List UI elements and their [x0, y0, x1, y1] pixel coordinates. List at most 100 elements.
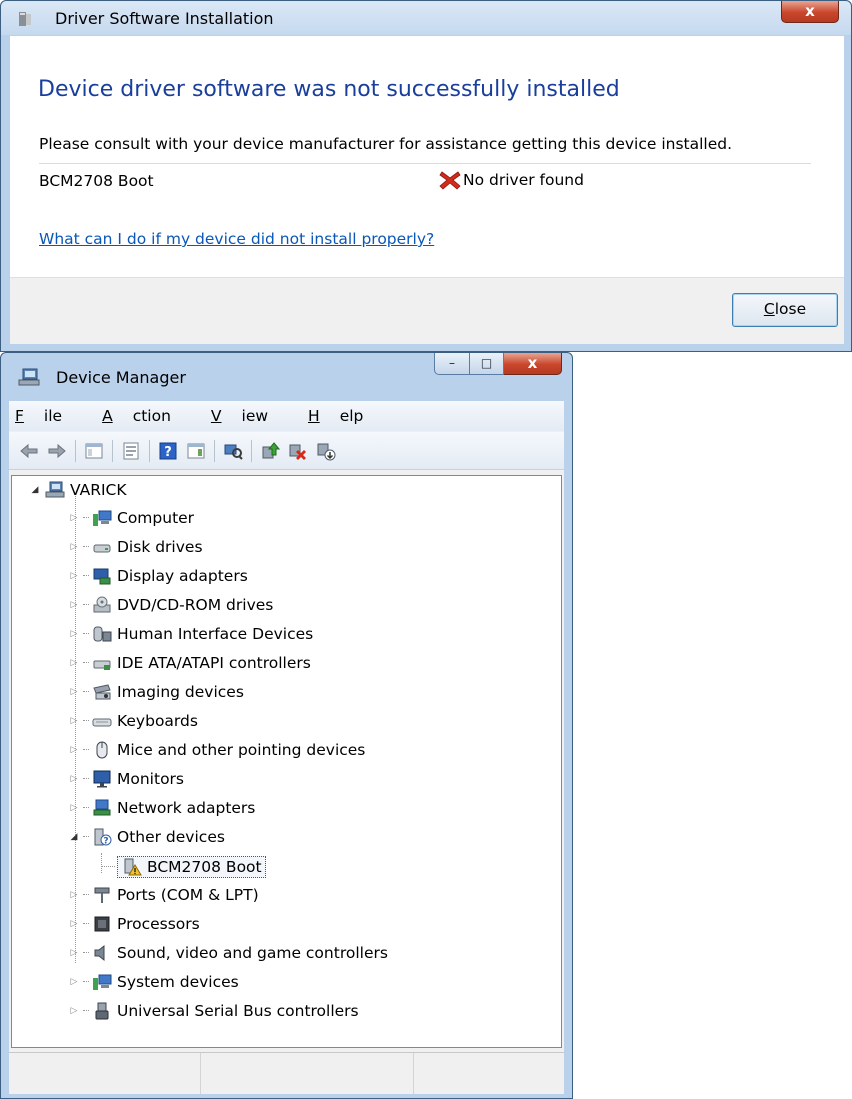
collapse-icon[interactable]: ◢ [30, 485, 40, 495]
help-link[interactable]: What can I do if my device did not insta… [39, 230, 434, 248]
properties-icon[interactable] [119, 440, 143, 462]
menu-view-accel: V [210, 407, 222, 425]
status-cell [9, 1053, 201, 1094]
tree-category-other-devices[interactable]: ◢? Other devices [12, 823, 225, 850]
menu-bar: File Action View Help [9, 401, 564, 431]
status-cell [414, 1053, 564, 1094]
driver-install-icon [17, 11, 33, 27]
expand-icon[interactable]: ▷ [69, 774, 79, 784]
tree-category-display-adapters[interactable]: ▷ Display adapters [12, 562, 248, 589]
disk-drive-icon [91, 537, 113, 557]
expand-icon[interactable]: ▷ [69, 919, 79, 929]
tree-category-monitors[interactable]: ▷ Monitors [12, 765, 184, 792]
tree-device-label: BCM2708 Boot [147, 857, 262, 876]
tree-category-label: Sound, video and game controllers [117, 943, 388, 962]
unknown-device-icon: ? [91, 827, 113, 847]
tree-category-imaging-devices[interactable]: ▷ Imaging devices [12, 678, 244, 705]
expand-icon[interactable]: ▷ [69, 571, 79, 581]
device-manager-window: Device Manager – □ x File Action View He… [0, 352, 573, 1099]
menu-view[interactable]: View [211, 407, 288, 425]
tree-category-system-devices[interactable]: ▷ System devices [12, 968, 239, 995]
selected-device[interactable]: BCM2708 Boot [117, 855, 266, 878]
device-manager-icon [17, 367, 41, 387]
dialog-close-button[interactable]: x [781, 1, 839, 23]
menu-action[interactable]: Action [102, 407, 191, 425]
dialog-body: Device driver software was not successfu… [10, 36, 844, 277]
menu-help[interactable]: Help [308, 407, 383, 425]
keyboard-icon [91, 711, 113, 731]
expand-icon[interactable]: ▷ [69, 1006, 79, 1016]
menu-file-label: ile [43, 407, 63, 425]
tree-category-mice-and-other-pointing-devices[interactable]: ▷ Mice and other pointing devices [12, 736, 366, 763]
tree-root[interactable]: ◢ VARICK [12, 476, 127, 503]
expand-icon[interactable]: ▷ [69, 890, 79, 900]
expand-icon[interactable]: ▷ [69, 716, 79, 726]
scan-hardware-icon[interactable] [221, 440, 245, 462]
expand-icon[interactable]: ▷ [69, 542, 79, 552]
close-button[interactable]: Close [732, 293, 838, 327]
tree-category-ports-com-lpt[interactable]: ▷ Ports (COM & LPT) [12, 881, 259, 908]
tree-connector [83, 720, 89, 721]
window-close-button[interactable]: x [504, 353, 562, 375]
expand-icon[interactable]: ▷ [69, 745, 79, 755]
tree-category-dvd-cd-rom-drives[interactable]: ▷ DVD/CD-ROM drives [12, 591, 274, 618]
svg-text:?: ? [164, 445, 172, 460]
driver-status-text: No driver found [463, 171, 584, 189]
menu-action-label: ction [132, 407, 171, 425]
minimize-button[interactable]: – [434, 353, 470, 375]
dialog-title-bar[interactable]: Driver Software Installation x [1, 1, 851, 35]
expand-icon[interactable]: ▷ [69, 600, 79, 610]
tree-connector [83, 517, 89, 518]
tree-category-universal-serial-bus-controllers[interactable]: ▷ Universal Serial Bus controllers [12, 997, 359, 1024]
toolbar-separator [75, 439, 76, 462]
expand-icon[interactable]: ▷ [69, 977, 79, 987]
action-pane-icon[interactable] [184, 440, 208, 462]
expand-icon[interactable]: ▷ [69, 513, 79, 523]
uninstall-icon[interactable] [286, 440, 310, 462]
mouse-icon [91, 740, 113, 760]
expand-icon[interactable]: ▷ [69, 629, 79, 639]
toolbar-separator [112, 439, 113, 462]
tree-category-human-interface-devices[interactable]: ▷ Human Interface Devices [12, 620, 314, 647]
menu-file[interactable]: File [15, 407, 82, 425]
tree-category-disk-drives[interactable]: ▷ Disk drives [12, 533, 203, 560]
computer-root-icon [44, 480, 66, 500]
menu-action-accel: A [102, 407, 113, 425]
tree-connector [101, 866, 115, 867]
expand-icon[interactable]: ▷ [69, 948, 79, 958]
tree-category-processors[interactable]: ▷ Processors [12, 910, 200, 937]
tree-device-bcm2708-boot[interactable]: BCM2708 Boot [12, 853, 266, 880]
dm-title: Device Manager [56, 368, 186, 387]
menu-help-label: elp [339, 407, 364, 425]
toolbar-separator [214, 439, 215, 462]
tree-connector [83, 546, 89, 547]
disable-device-icon[interactable] [314, 440, 338, 462]
update-driver-icon[interactable] [258, 440, 282, 462]
computer-icon [91, 508, 113, 528]
toolbar: ? [9, 432, 564, 470]
tree-connector [83, 778, 89, 779]
back-arrow-icon[interactable] [17, 440, 41, 462]
dm-title-bar[interactable]: Device Manager – □ x [1, 353, 572, 398]
tree-category-network-adapters[interactable]: ▷ Network adapters [12, 794, 256, 821]
tree-category-label: Keyboards [117, 711, 198, 730]
tree-category-computer[interactable]: ▷ Computer [12, 504, 195, 531]
tree-category-label: Disk drives [117, 537, 203, 556]
show-hide-console-tree-icon[interactable] [82, 440, 106, 462]
tree-category-sound-video-and-game-controllers[interactable]: ▷ Sound, video and game controllers [12, 939, 388, 966]
tree-connector [83, 952, 89, 953]
tree-connector [83, 749, 89, 750]
help-icon[interactable]: ? [156, 440, 180, 462]
expand-icon[interactable]: ▷ [69, 687, 79, 697]
tree-category-ide-ata-atapi-controllers[interactable]: ▷ IDE ATA/ATAPI controllers [12, 649, 311, 676]
collapse-icon[interactable]: ◢ [69, 832, 79, 842]
tree-category-keyboards[interactable]: ▷ Keyboards [12, 707, 198, 734]
monitor-icon [91, 769, 113, 789]
expand-icon[interactable]: ▷ [69, 658, 79, 668]
forward-arrow-icon[interactable] [45, 440, 69, 462]
display-adapter-icon [91, 566, 113, 586]
maximize-button[interactable]: □ [470, 353, 504, 375]
expand-icon[interactable]: ▷ [69, 803, 79, 813]
tree-connector [83, 923, 89, 924]
device-tree[interactable]: ◢ VARICK ▷ Computer ▷ Disk drives ▷ Display a… [11, 475, 562, 1048]
